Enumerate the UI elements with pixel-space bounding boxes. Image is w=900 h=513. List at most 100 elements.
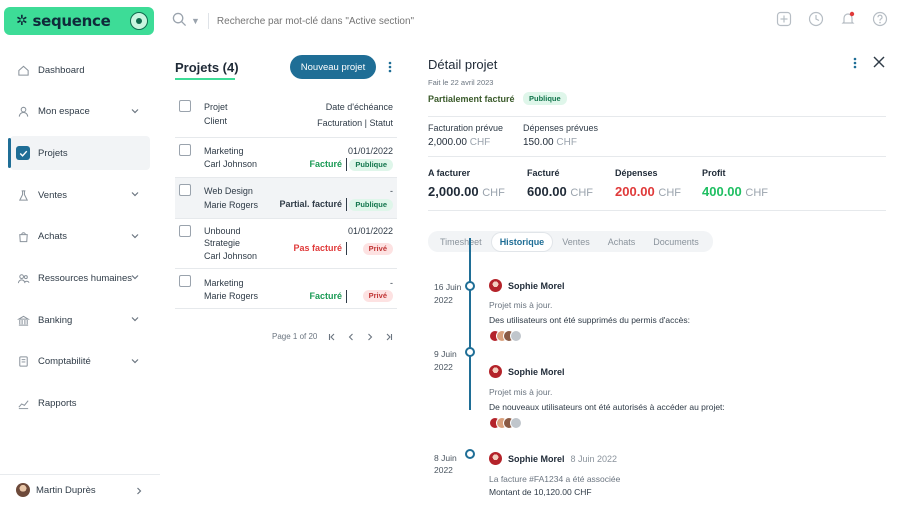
table-row[interactable]: Unbound Strategie Carl Johnson 01/01/202… <box>175 219 397 269</box>
event-date-day: 9 Juin <box>434 349 457 359</box>
due-date: - <box>390 186 393 196</box>
billing-status: Facturé <box>309 291 342 301</box>
sidebar-item-ressources-humaines[interactable]: Ressources humaines <box>10 261 150 295</box>
status-separator <box>346 290 347 303</box>
event-line1: Projet mis à jour. <box>489 387 553 397</box>
kebab-menu-icon[interactable] <box>387 60 393 74</box>
user-menu[interactable]: Martin Duprès <box>0 474 160 505</box>
projects-title: Projets (4) <box>175 60 239 75</box>
row-checkbox[interactable] <box>179 225 191 237</box>
timeline-line <box>469 238 471 410</box>
sidebar-item-label: Ventes <box>38 189 68 201</box>
status-separator <box>346 198 347 211</box>
event-line2: Des utilisateurs ont été supprimés du pe… <box>489 315 690 325</box>
billing-status: Pas facturé <box>293 243 342 253</box>
next-page-icon[interactable] <box>366 333 374 341</box>
search-icon[interactable] <box>172 12 187 30</box>
sidebar-item-achats[interactable]: Achats <box>10 220 150 254</box>
due-date: - <box>390 278 393 288</box>
checkbox-icon <box>16 146 30 161</box>
chevron-down-icon[interactable] <box>130 231 140 241</box>
list-header: Projet Client Date d'échéance Facturatio… <box>175 100 397 138</box>
new-project-button[interactable]: Nouveau projet <box>290 55 376 79</box>
timeline-dot <box>465 281 475 291</box>
last-page-icon[interactable] <box>385 333 393 341</box>
sequence-logo-icon: ✲ <box>16 13 28 29</box>
chevron-down-icon[interactable] <box>130 189 140 199</box>
history-timeline: 16 Juin 2022 Sophie Morel Projet mis à j… <box>428 0 886 513</box>
row-checkbox[interactable] <box>179 275 191 287</box>
client-name: Marie Rogers <box>204 291 259 301</box>
sidebar-item-label: Mon espace <box>38 106 90 118</box>
client-name: Carl Johnson <box>204 159 258 169</box>
brand-name: sequence <box>32 12 111 30</box>
bank-icon <box>16 313 30 327</box>
visibility-badge: Privé <box>362 243 393 255</box>
pagination: Page 1 of 20 <box>272 332 393 341</box>
event-user-name: Sophie Morel <box>508 366 565 377</box>
row-checkbox[interactable] <box>179 184 191 196</box>
row-checkbox[interactable] <box>179 144 191 156</box>
event-user-name: Sophie Morel <box>508 453 565 464</box>
project-name: Marketing <box>204 146 244 156</box>
table-row[interactable]: Web Design Marie Rogers - Partial. factu… <box>175 178 397 219</box>
sidebar-item-mon-espace[interactable]: Mon espace <box>10 95 150 129</box>
sidebar-item-label: Comptabilité <box>38 356 91 368</box>
page-indicator: Page 1 of 20 <box>272 332 318 341</box>
billing-status: Facturé <box>309 159 342 169</box>
search-divider <box>207 13 209 29</box>
status-badge-icon[interactable] <box>130 12 148 30</box>
status-separator <box>346 242 347 255</box>
sidebar-item-rapports[interactable]: Rapports <box>10 387 150 421</box>
client-name: Carl Johnson <box>204 251 258 261</box>
chevron-down-icon[interactable] <box>130 272 140 282</box>
chevron-down-icon[interactable] <box>130 356 140 366</box>
event-user: Sophie Morel <box>489 365 565 378</box>
title-underline <box>175 78 235 80</box>
first-page-icon[interactable] <box>328 333 336 341</box>
sidebar-item-label: Rapports <box>38 398 77 409</box>
event-user: Sophie Morel <box>489 279 565 292</box>
sidebar-item-banking[interactable]: Banking <box>10 303 150 337</box>
chevron-down-icon[interactable]: ▼ <box>191 16 200 26</box>
sidebar-item-dashboard[interactable]: Dashboard <box>10 53 150 87</box>
brand-logo[interactable]: ✲ sequence <box>4 7 154 35</box>
team-icon <box>16 271 30 285</box>
visibility-badge: Publique <box>349 199 393 211</box>
dashboard-icon <box>16 63 30 77</box>
sidebar: Dashboard Mon espace Projets Ventes Acha… <box>0 48 160 428</box>
sidebar-item-projets[interactable]: Projets <box>8 136 150 171</box>
event-date-year: 2022 <box>434 465 453 475</box>
chevron-right-icon[interactable] <box>134 486 144 496</box>
event-date-year: 2022 <box>434 295 453 305</box>
event-date-day: 8 Juin <box>434 453 457 463</box>
table-row[interactable]: Marketing Marie Rogers - Facturé Privé <box>175 269 397 309</box>
sidebar-item-label: Projets <box>38 147 68 159</box>
header-project: Projet <box>204 102 228 112</box>
event-line1: La facture #FA1234 a été associée <box>489 474 621 484</box>
sidebar-item-label: Dashboard <box>38 64 85 76</box>
chart-icon <box>16 397 30 411</box>
event-user-name: Sophie Morel <box>508 280 565 291</box>
timeline-dot <box>465 347 475 357</box>
chevron-down-icon[interactable] <box>130 106 140 116</box>
client-name: Marie Rogers <box>204 200 259 210</box>
user-icon <box>16 105 30 119</box>
event-date-year: 2022 <box>434 362 453 372</box>
event-user: Sophie Morel 8 Juin 2022 <box>489 452 617 465</box>
sidebar-item-label: Achats <box>38 231 68 243</box>
event-line2: De nouveaux utilisateurs ont été autoris… <box>489 402 725 412</box>
visibility-badge: Privé <box>362 290 393 302</box>
due-date: 01/01/2022 <box>347 226 393 236</box>
prev-page-icon[interactable] <box>347 333 355 341</box>
avatar <box>489 279 502 292</box>
chevron-down-icon[interactable] <box>130 314 140 324</box>
due-date: 01/01/2022 <box>347 146 393 156</box>
avatar-stack <box>489 330 522 342</box>
avatar-stack <box>489 417 522 429</box>
select-all-checkbox[interactable] <box>179 100 191 112</box>
table-row[interactable]: Marketing Carl Johnson 01/01/2022 Factur… <box>175 137 397 178</box>
sidebar-item-ventes[interactable]: Ventes <box>10 178 150 212</box>
sidebar-item-comptabilite[interactable]: Comptabilité <box>10 345 150 379</box>
billing-status: Partial. facturé <box>279 199 342 209</box>
